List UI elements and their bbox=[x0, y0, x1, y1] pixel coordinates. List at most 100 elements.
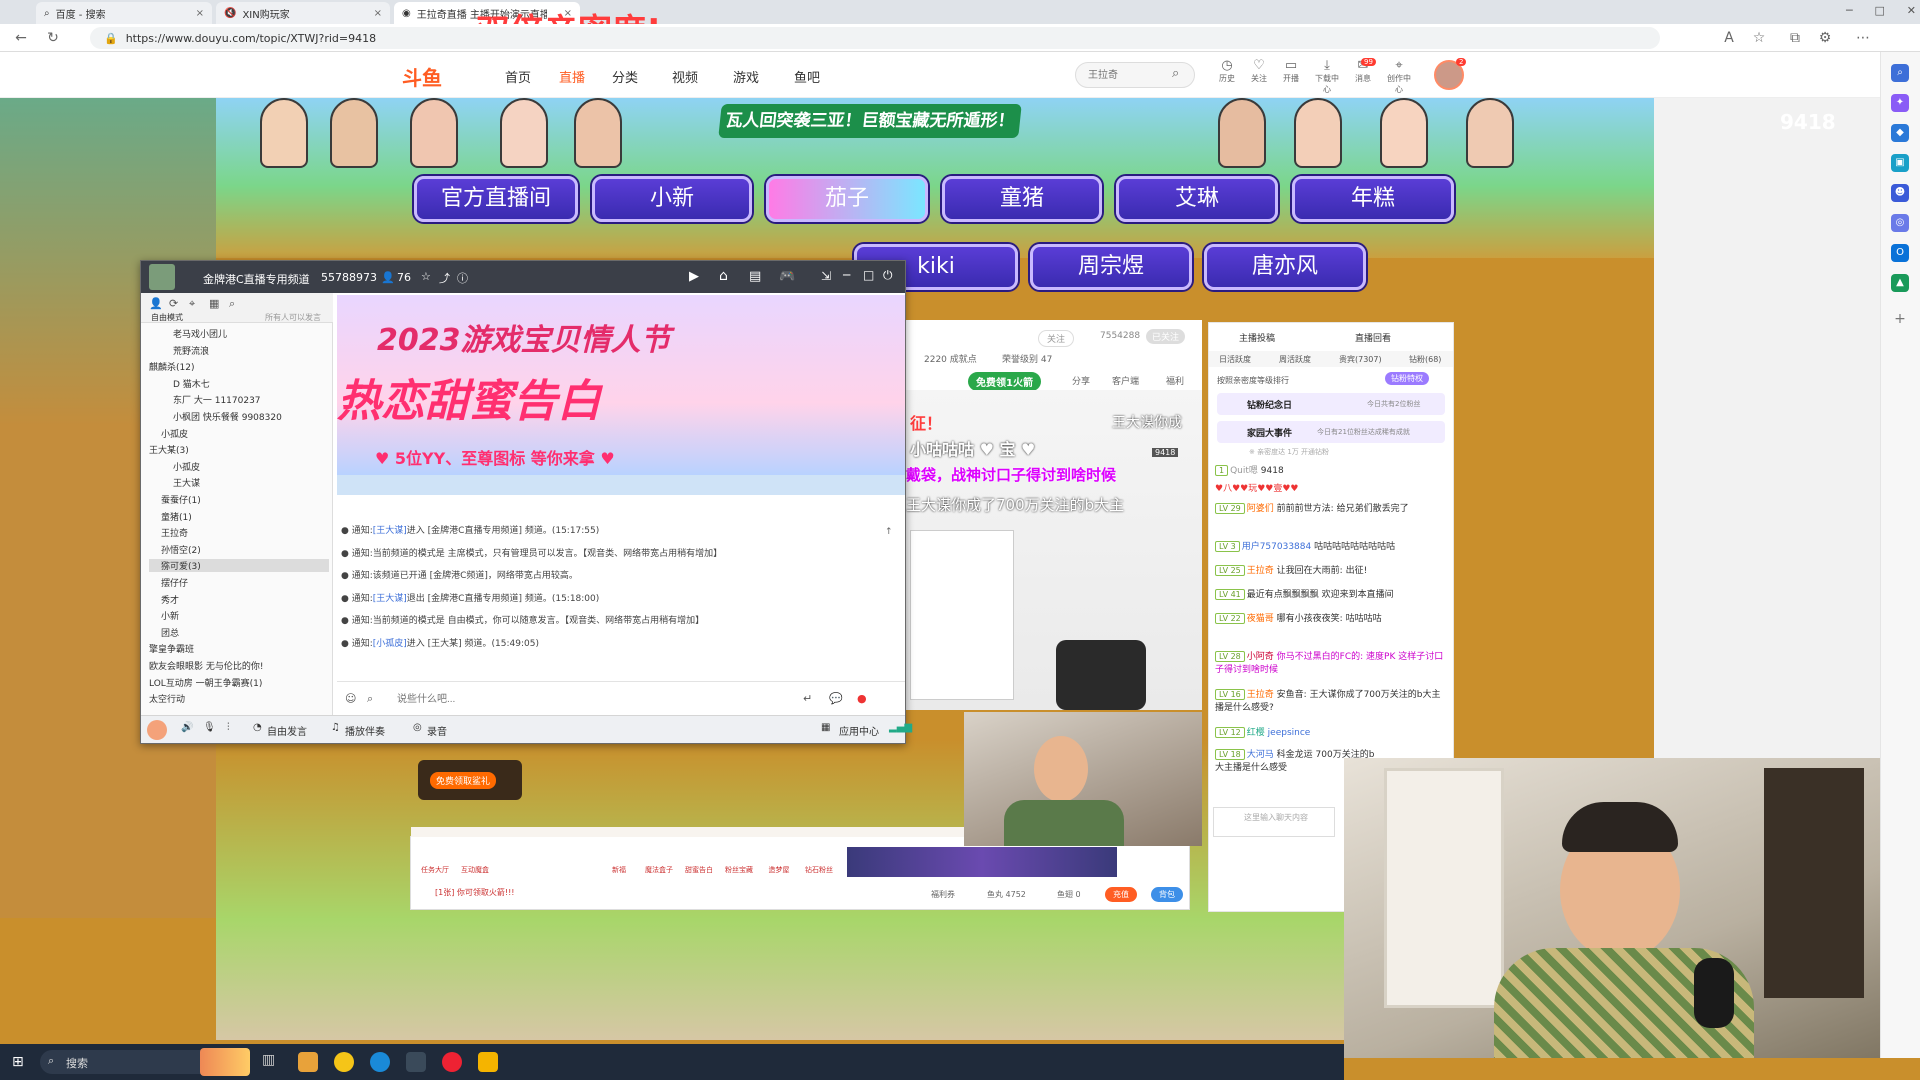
back-icon[interactable]: ← bbox=[12, 29, 30, 47]
copilot-icon[interactable]: ✦ bbox=[1891, 94, 1909, 112]
more-icon[interactable]: ⋯ bbox=[1854, 29, 1872, 47]
games-icon[interactable]: ◎ bbox=[1891, 214, 1909, 232]
gift-treasure[interactable]: 粉丝宝藏 bbox=[721, 849, 757, 874]
channel-tree-item[interactable]: 小枫团 快乐餐餐 9908320 bbox=[149, 410, 329, 423]
app-center-button[interactable]: 应用中心 bbox=[839, 723, 879, 738]
notice-user[interactable]: [王大谋] bbox=[373, 526, 407, 536]
emoji-icon[interactable]: ☺ bbox=[345, 692, 356, 705]
gift-confession[interactable]: 甜蜜告白 bbox=[681, 849, 717, 874]
minimize-icon[interactable]: ─ bbox=[843, 268, 850, 282]
search-icon[interactable]: ⌕ bbox=[1172, 66, 1179, 81]
tab-contribution[interactable]: 主播投稿 bbox=[1239, 331, 1275, 344]
mic-icon[interactable]: ● bbox=[857, 692, 867, 705]
nav-fishbar[interactable]: 鱼吧 bbox=[794, 67, 820, 86]
search-icon[interactable]: ⌕ bbox=[367, 692, 373, 706]
app-icon[interactable] bbox=[406, 1052, 426, 1072]
info-icon[interactable]: ⓘ bbox=[457, 270, 468, 286]
mic-icon[interactable]: 🎙 bbox=[203, 722, 216, 733]
pin-icon[interactable]: ↑ bbox=[885, 527, 893, 537]
speaker-icon[interactable]: 🔊 bbox=[181, 722, 193, 733]
gift-tiles[interactable] bbox=[847, 847, 1117, 877]
message-input[interactable] bbox=[397, 690, 777, 708]
gamepad-icon[interactable]: 🎮 bbox=[779, 269, 795, 284]
free-talk-icon[interactable]: ◔ bbox=[253, 722, 262, 733]
free-talk-button[interactable]: 自由发言 bbox=[267, 723, 307, 738]
tab-replay[interactable]: 直播回看 bbox=[1355, 331, 1391, 344]
url-field[interactable]: 🔒 https://www.douyu.com/topic/XTWJ?rid=9… bbox=[90, 27, 1660, 49]
event-card[interactable]: 钻粉纪念日 今日共有2位粉丝 bbox=[1217, 393, 1445, 415]
read-aloud-icon[interactable]: A bbox=[1720, 29, 1738, 47]
edge-icon[interactable] bbox=[370, 1052, 390, 1072]
share-link[interactable]: 分享 bbox=[1072, 374, 1090, 387]
free-rocket-button[interactable]: 免费领1火箭 bbox=[968, 372, 1041, 391]
tab-diamond[interactable]: 钻粉(68) bbox=[1409, 354, 1441, 365]
tab-daily[interactable]: 日活跃度 bbox=[1219, 354, 1251, 365]
windows-icon[interactable]: ⊞ bbox=[12, 1054, 24, 1070]
channel-tree-item[interactable]: 王大某(3) bbox=[149, 443, 329, 456]
client-link[interactable]: 客户端 bbox=[1112, 374, 1139, 387]
heart-icon[interactable]: ♡ 关注 bbox=[1244, 58, 1274, 84]
pill-qiezi[interactable]: 茄子 bbox=[766, 176, 928, 222]
collections-icon[interactable]: ⧉ bbox=[1786, 29, 1804, 47]
event-card[interactable]: 家园大事件 今日有21位粉丝达成稀有成就 bbox=[1217, 421, 1445, 443]
channel-tree-item[interactable]: 擎皇争霸班 bbox=[149, 642, 329, 655]
channel-tree-item[interactable]: 童猪(1) bbox=[149, 510, 329, 523]
notice-user[interactable]: [王大谋] bbox=[373, 594, 407, 604]
netease-music-icon[interactable] bbox=[442, 1052, 462, 1072]
record-icon[interactable]: ◎ bbox=[413, 722, 422, 733]
video-icon[interactable]: ▶ bbox=[689, 269, 699, 284]
extensions-icon[interactable]: ⚙ bbox=[1816, 29, 1834, 47]
follow-button[interactable]: 关注 bbox=[1038, 330, 1075, 347]
pill-official[interactable]: 官方直播间 bbox=[414, 176, 578, 222]
history-icon[interactable]: ◷ 历史 bbox=[1212, 58, 1242, 84]
music-icon[interactable]: ♫ bbox=[331, 722, 340, 733]
pill-zhouzongyu[interactable]: 周宗煜 bbox=[1030, 244, 1192, 290]
broadcast-icon[interactable]: ▭ 开播 bbox=[1276, 58, 1306, 84]
chrome-icon[interactable] bbox=[334, 1052, 354, 1072]
pill-niangao[interactable]: 年糕 bbox=[1292, 176, 1454, 222]
gift-new[interactable]: 新福 bbox=[601, 849, 637, 874]
channel-tree-item[interactable]: 蚕蚕仔(1) bbox=[149, 493, 329, 506]
location-icon[interactable]: ⌖ bbox=[189, 297, 195, 311]
nav-game[interactable]: 游戏 bbox=[733, 67, 759, 86]
task-view-icon[interactable]: ▥ bbox=[262, 1052, 275, 1068]
download-icon[interactable]: ⤓ 下载中心 bbox=[1312, 58, 1342, 95]
gift-diamond[interactable]: 钻石粉丝 bbox=[801, 849, 837, 874]
chat-input[interactable]: 这里输入聊天内容 bbox=[1213, 807, 1335, 837]
privilege-button[interactable]: 钻粉特权 bbox=[1385, 372, 1429, 385]
channel-tree-item[interactable]: 团总 bbox=[149, 626, 329, 639]
douyu-logo[interactable]: 斗鱼 bbox=[402, 62, 442, 91]
board-icon[interactable]: ▤ bbox=[749, 269, 761, 284]
equalizer-icon[interactable]: ⫶ bbox=[227, 722, 230, 733]
channel-tree-item[interactable]: 猕可爱(3) bbox=[149, 559, 329, 573]
gift-task-hall[interactable]: 任务大厅 bbox=[417, 849, 453, 874]
weather-widget[interactable] bbox=[200, 1048, 250, 1076]
nav-category[interactable]: 分类 bbox=[612, 67, 638, 86]
tab-vip[interactable]: 贵宾(7307) bbox=[1339, 354, 1382, 365]
channel-tree-item[interactable]: D 猫木七 bbox=[149, 377, 329, 390]
channel-tree-item[interactable]: 欧友会眼眼影 无与伦比的你! bbox=[149, 659, 329, 672]
yy-icon[interactable] bbox=[478, 1052, 498, 1072]
favorite-icon[interactable]: ☆ bbox=[1750, 29, 1768, 47]
search-icon[interactable]: ⌕ bbox=[1891, 64, 1909, 82]
gift-dream[interactable]: 造梦屋 bbox=[761, 849, 797, 874]
pill-xiaoxin[interactable]: 小新 bbox=[592, 176, 752, 222]
nav-home[interactable]: 首页 bbox=[505, 67, 531, 86]
welfare-link[interactable]: 福利 bbox=[1166, 374, 1184, 387]
close-icon[interactable]: × bbox=[196, 8, 204, 19]
gift-magic[interactable]: 魔法盒子 bbox=[641, 849, 677, 874]
channel-tree-item[interactable]: 太空行动 bbox=[149, 692, 329, 705]
tab-weekly[interactable]: 周活跃度 bbox=[1279, 354, 1311, 365]
search-icon[interactable]: ⌕ bbox=[229, 297, 235, 311]
star-icon[interactable]: ☆ bbox=[421, 270, 431, 283]
share-icon[interactable]: ⤴ bbox=[439, 270, 450, 286]
tag-icon[interactable]: ◆ bbox=[1891, 124, 1909, 142]
tab-baidu[interactable]: ⌕ 百度 - 搜索 × bbox=[36, 2, 212, 24]
free-gift-card[interactable]: 免费领取鲨礼 bbox=[418, 760, 522, 800]
minimize-icon[interactable]: ─ bbox=[1846, 4, 1853, 17]
pill-tangyifeng[interactable]: 唐亦风 bbox=[1204, 244, 1366, 290]
channel-tree-item[interactable]: 秀才 bbox=[149, 593, 329, 606]
close-icon[interactable]: ✕ bbox=[1907, 4, 1916, 17]
channel-tree-item[interactable]: 摆仔仔 bbox=[149, 576, 329, 589]
gift-magic-box[interactable]: 互动魔盒 bbox=[457, 849, 493, 874]
